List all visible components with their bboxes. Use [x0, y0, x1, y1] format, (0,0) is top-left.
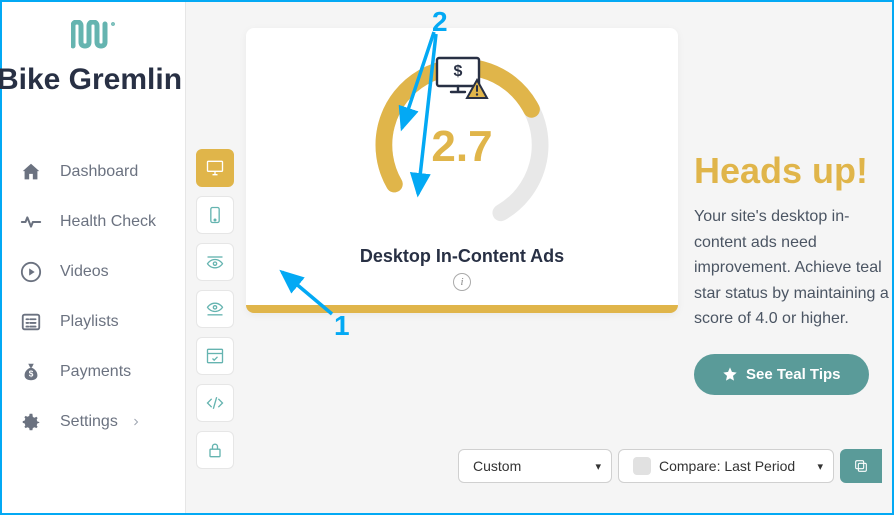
nav-videos[interactable]: Videos	[2, 247, 185, 297]
nav-settings[interactable]: Settings	[2, 397, 185, 447]
vtab-lock[interactable]	[196, 431, 234, 469]
home-icon	[20, 161, 42, 183]
arrow-1-icon	[274, 266, 342, 324]
nav-label: Videos	[60, 263, 109, 281]
monitor-icon	[205, 158, 225, 178]
info-icon[interactable]: i	[453, 273, 471, 291]
see-teal-tips-button[interactable]: See Teal Tips	[694, 354, 869, 395]
chevron-right-icon	[130, 416, 142, 428]
nav-health-check[interactable]: Health Check	[2, 197, 185, 247]
gear-icon	[20, 411, 42, 433]
vertical-tabs	[196, 149, 234, 469]
star-icon	[722, 366, 738, 382]
heads-up-heading: Heads up!	[694, 150, 892, 192]
nav-playlists[interactable]: Playlists	[2, 297, 185, 347]
mobile-icon	[205, 205, 225, 225]
copy-button[interactable]	[840, 449, 882, 483]
select-value: Custom	[473, 458, 521, 474]
vtab-eye-bottom[interactable]	[196, 290, 234, 328]
filter-bar: Custom Compare: Last Period	[458, 449, 882, 483]
compare-select[interactable]: Compare: Last Period	[618, 449, 834, 483]
svg-text:$: $	[454, 63, 463, 80]
browser-check-icon	[205, 346, 225, 366]
logo-area: Bike Gremlin	[2, 20, 185, 107]
date-range-select[interactable]: Custom	[458, 449, 612, 483]
annotation-1: 1	[334, 310, 350, 342]
main-nav: Dashboard Health Check Videos Playlists …	[2, 147, 185, 447]
vtab-desktop[interactable]	[196, 149, 234, 187]
nav-payments[interactable]: $ Payments	[2, 347, 185, 397]
vtab-code[interactable]	[196, 384, 234, 422]
nav-label: Payments	[60, 363, 131, 381]
button-label: See Teal Tips	[746, 366, 841, 383]
vtab-eye-top[interactable]	[196, 243, 234, 281]
svg-text:$: $	[29, 370, 34, 379]
eye-under-icon	[205, 299, 225, 319]
card-copy: Heads up! Your site's desktop in-content…	[694, 150, 892, 395]
nav-label: Settings	[60, 413, 118, 431]
nav-label: Playlists	[60, 313, 119, 331]
lock-icon	[205, 440, 225, 460]
nav-label: Dashboard	[60, 163, 138, 181]
sidebar: Bike Gremlin Dashboard Health Check Vide…	[2, 2, 186, 513]
checkbox-icon	[633, 457, 651, 475]
vtab-mobile[interactable]	[196, 196, 234, 234]
brand-logo-icon	[71, 20, 117, 55]
nav-dashboard[interactable]: Dashboard	[2, 147, 185, 197]
code-icon	[205, 393, 225, 413]
annotation-2: 2	[432, 6, 448, 38]
heartbeat-icon	[20, 211, 42, 233]
play-circle-icon	[20, 261, 42, 283]
vtab-browser[interactable]	[196, 337, 234, 375]
main-content: $ 2.7 Desktop In-Content Ads i Heads up!…	[186, 2, 892, 513]
nav-label: Health Check	[60, 213, 156, 231]
copy-icon	[853, 458, 869, 474]
select-value: Compare: Last Period	[659, 458, 795, 474]
eye-bar-icon	[205, 252, 225, 272]
site-title: Bike Gremlin	[0, 63, 182, 97]
arrow-2-icon	[392, 30, 446, 200]
heads-up-body: Your site's desktop in-content ads need …	[694, 204, 892, 332]
list-icon	[20, 311, 42, 333]
money-bag-icon: $	[20, 361, 42, 383]
